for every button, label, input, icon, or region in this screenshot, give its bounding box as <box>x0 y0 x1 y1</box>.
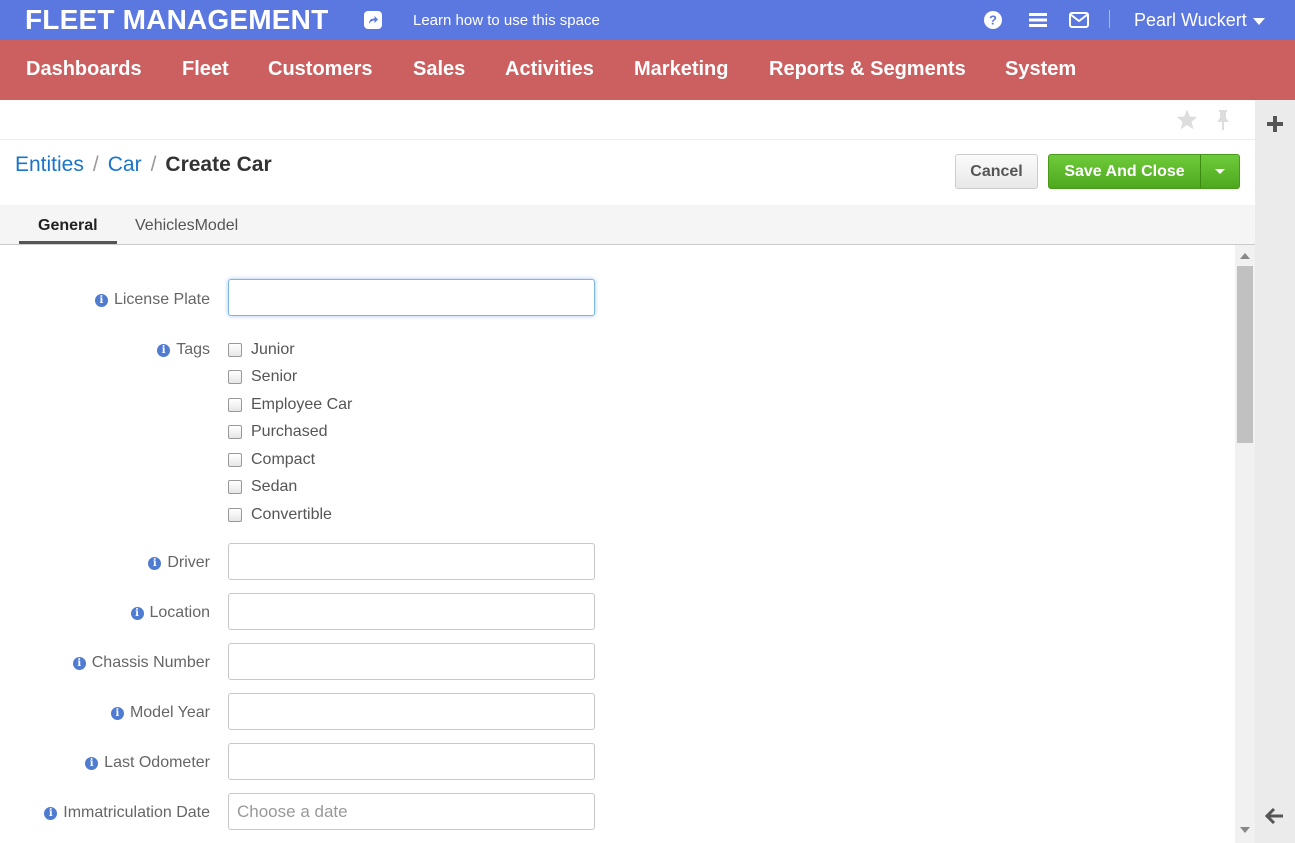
chevron-down-icon <box>1252 18 1265 25</box>
tag-option-employee-car[interactable]: Employee Car <box>228 396 352 414</box>
nav-fleet[interactable]: Fleet <box>182 58 229 81</box>
tag-option-junior[interactable]: Junior <box>228 341 295 359</box>
breadcrumb: Entities / Car / Create Car <box>15 153 272 177</box>
immatriculation-date-label: i Immatriculation Date <box>44 804 210 822</box>
last-odometer-input[interactable] <box>228 743 595 780</box>
user-name: Pearl Wuckert <box>1134 10 1247 30</box>
save-and-close-button[interactable]: Save And Close <box>1048 154 1201 189</box>
save-options-dropdown[interactable] <box>1200 154 1240 189</box>
checkbox[interactable] <box>228 508 242 522</box>
learn-how-link[interactable]: Learn how to use this space <box>413 12 600 29</box>
checkbox-label: Purchased <box>251 423 328 440</box>
scroll-up-icon[interactable] <box>1240 253 1250 259</box>
user-menu[interactable]: Pearl Wuckert <box>1134 10 1265 31</box>
breadcrumb-separator: / <box>150 153 157 176</box>
tab-general[interactable]: General <box>38 217 98 235</box>
nav-customers[interactable]: Customers <box>268 58 372 81</box>
chevron-down-icon <box>1215 169 1225 174</box>
scroll-down-icon[interactable] <box>1240 827 1250 833</box>
share-icon[interactable] <box>364 11 382 29</box>
checkbox[interactable] <box>228 370 242 384</box>
tag-option-sedan[interactable]: Sedan <box>228 478 297 496</box>
nav-sales[interactable]: Sales <box>413 58 465 81</box>
info-icon[interactable]: i <box>85 756 99 770</box>
checkbox[interactable] <box>228 453 242 467</box>
label-text: Location <box>149 604 211 621</box>
checkbox[interactable] <box>228 343 242 357</box>
tag-option-convertible[interactable]: Convertible <box>228 506 332 524</box>
pin-icon[interactable] <box>1212 108 1234 132</box>
nav-activities[interactable]: Activities <box>505 58 594 81</box>
main-navigation: Dashboards Fleet Customers Sales Activit… <box>0 40 1295 100</box>
menu-icon[interactable] <box>1028 10 1048 30</box>
tags-label: i Tags <box>157 341 210 359</box>
label-text: Chassis Number <box>91 654 210 671</box>
checkbox[interactable] <box>228 398 242 412</box>
checkbox-label: Senior <box>251 368 298 385</box>
driver-label: i Driver <box>148 554 210 572</box>
label-text: Tags <box>176 341 210 358</box>
mail-icon[interactable] <box>1069 10 1089 30</box>
last-odometer-label: i Last Odometer <box>85 754 210 772</box>
breadcrumb-car[interactable]: Car <box>108 153 142 177</box>
tab-vehicles-model[interactable]: VehiclesModel <box>135 217 238 235</box>
right-sidebar <box>1255 100 1295 843</box>
svg-text:?: ? <box>989 13 997 28</box>
info-icon[interactable]: i <box>157 343 171 357</box>
breadcrumb-separator: / <box>92 153 99 176</box>
license-plate-input[interactable] <box>228 279 595 316</box>
label-text: Immatriculation Date <box>63 804 210 821</box>
checkbox[interactable] <box>228 480 242 494</box>
active-tab-indicator <box>19 241 117 244</box>
driver-input[interactable] <box>228 543 595 580</box>
model-year-input[interactable] <box>228 693 595 730</box>
info-icon[interactable]: i <box>94 293 108 307</box>
info-icon[interactable]: i <box>130 606 144 620</box>
info-icon[interactable]: i <box>44 806 58 820</box>
header-divider <box>1109 10 1110 28</box>
license-plate-label: i License Plate <box>94 291 210 309</box>
nav-marketing[interactable]: Marketing <box>634 58 728 81</box>
scrollbar-thumb[interactable] <box>1237 266 1253 443</box>
cancel-button[interactable]: Cancel <box>955 154 1038 189</box>
tag-option-purchased[interactable]: Purchased <box>228 423 328 441</box>
nav-reports-segments[interactable]: Reports & Segments <box>769 58 966 81</box>
checkbox-label: Compact <box>251 451 316 468</box>
immatriculation-date-input[interactable] <box>228 793 595 830</box>
checkbox-label: Junior <box>251 341 295 358</box>
tab-bar: General VehiclesModel <box>0 205 1255 245</box>
chassis-number-input[interactable] <box>228 643 595 680</box>
info-icon[interactable]: i <box>148 556 162 570</box>
info-icon[interactable]: i <box>110 706 124 720</box>
page-title: Create Car <box>165 153 272 176</box>
star-icon[interactable] <box>1175 108 1199 132</box>
model-year-label: i Model Year <box>110 704 210 722</box>
breadcrumb-entities[interactable]: Entities <box>15 153 84 177</box>
top-header: FLEET MANAGEMENT Learn how to use this s… <box>0 0 1295 40</box>
label-text: License Plate <box>113 291 210 308</box>
label-text: Driver <box>167 554 210 571</box>
label-text: Last Odometer <box>104 754 210 771</box>
help-icon[interactable]: ? <box>983 10 1003 30</box>
info-icon[interactable]: i <box>72 656 86 670</box>
label-text: Model Year <box>129 704 210 721</box>
page-toolbar <box>0 100 1255 140</box>
checkbox-label: Employee Car <box>251 396 353 413</box>
location-label: i Location <box>130 604 211 622</box>
nav-system[interactable]: System <box>1005 58 1076 81</box>
location-input[interactable] <box>228 593 595 630</box>
arrow-left-icon[interactable] <box>1264 806 1285 826</box>
plus-icon[interactable] <box>1266 115 1284 133</box>
checkbox[interactable] <box>228 425 242 439</box>
nav-dashboards[interactable]: Dashboards <box>26 58 142 81</box>
scrollbar[interactable] <box>1235 245 1255 843</box>
chassis-number-label: i Chassis Number <box>72 654 210 672</box>
app-title[interactable]: FLEET MANAGEMENT <box>25 4 328 36</box>
checkbox-label: Convertible <box>251 506 332 523</box>
tag-option-senior[interactable]: Senior <box>228 368 297 386</box>
tag-option-compact[interactable]: Compact <box>228 451 315 469</box>
checkbox-label: Sedan <box>251 478 298 495</box>
